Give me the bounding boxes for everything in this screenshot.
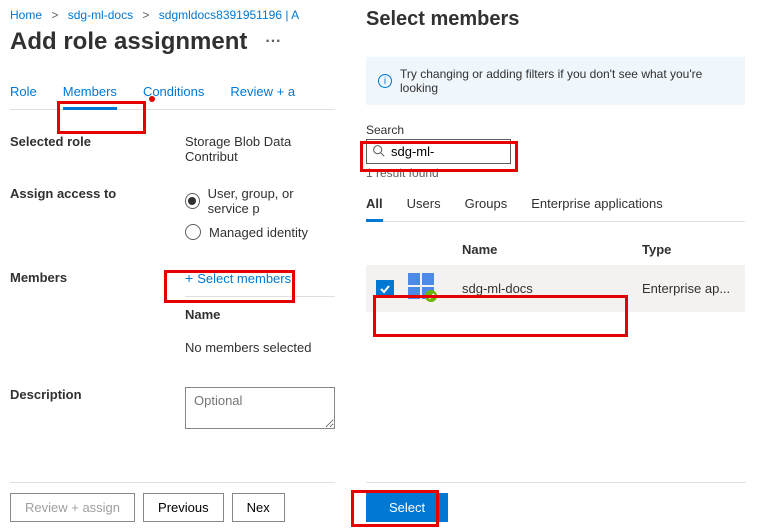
panel-tab-users[interactable]: Users (407, 196, 441, 221)
assign-access-label: Assign access to (10, 186, 185, 201)
review-assign-button[interactable]: Review + assign (10, 493, 135, 522)
radio-user-group[interactable]: User, group, or service p (185, 186, 335, 216)
panel-tab-enterprise[interactable]: Enterprise applications (531, 196, 663, 221)
checkbox-checked-icon[interactable] (376, 280, 394, 298)
members-name-header: Name (185, 297, 335, 330)
panel-tab-all[interactable]: All (366, 196, 383, 222)
breadcrumb: Home > sdg-ml-docs > sdgmldocs8391951196… (10, 8, 335, 22)
breadcrumb-last[interactable]: sdgmldocs8391951196 | A (159, 8, 299, 22)
next-button[interactable]: Nex (232, 493, 285, 522)
info-icon: i (378, 74, 392, 88)
search-label: Search (366, 123, 745, 137)
plus-icon: + (185, 270, 193, 286)
radio-icon (185, 193, 200, 209)
tab-review[interactable]: Review + a (230, 84, 295, 109)
chevron-right-icon: > (142, 8, 149, 22)
breadcrumb-home[interactable]: Home (10, 8, 42, 22)
no-members-text: No members selected (185, 330, 335, 365)
col-name-header: Name (462, 242, 642, 257)
tab-role[interactable]: Role (10, 84, 37, 109)
search-icon (372, 144, 385, 160)
info-bar: i Try changing or adding filters if you … (366, 57, 745, 105)
select-button[interactable]: Select (366, 493, 448, 522)
tabs: Role Members Conditions Review + a (10, 84, 335, 110)
page-title: Add role assignment ··· (10, 28, 335, 56)
result-row[interactable]: sdg-ml-docs Enterprise ap... (366, 265, 745, 312)
previous-button[interactable]: Previous (143, 493, 224, 522)
selected-role-value: Storage Blob Data Contribut (185, 134, 335, 164)
panel-title: Select members (366, 8, 745, 31)
more-icon[interactable]: ··· (265, 33, 281, 51)
result-count: 1 result found (366, 166, 745, 180)
description-label: Description (10, 387, 185, 402)
tab-conditions[interactable]: Conditions (143, 84, 204, 109)
breadcrumb-sdg[interactable]: sdg-ml-docs (68, 8, 133, 22)
radio-managed-identity[interactable]: Managed identity (185, 224, 335, 240)
radio-icon (185, 224, 201, 240)
chevron-right-icon: > (51, 8, 58, 22)
result-name: sdg-ml-docs (462, 281, 642, 296)
panel-tab-groups[interactable]: Groups (465, 196, 508, 221)
col-type-header: Type (642, 242, 745, 257)
enterprise-app-icon (406, 271, 438, 303)
selected-role-label: Selected role (10, 134, 185, 149)
select-members-link[interactable]: + Select members (185, 270, 335, 286)
tab-members[interactable]: Members (63, 84, 117, 110)
result-type: Enterprise ap... (642, 281, 745, 296)
search-input[interactable] (366, 139, 511, 164)
description-input[interactable] (185, 387, 335, 429)
members-label: Members (10, 270, 185, 285)
